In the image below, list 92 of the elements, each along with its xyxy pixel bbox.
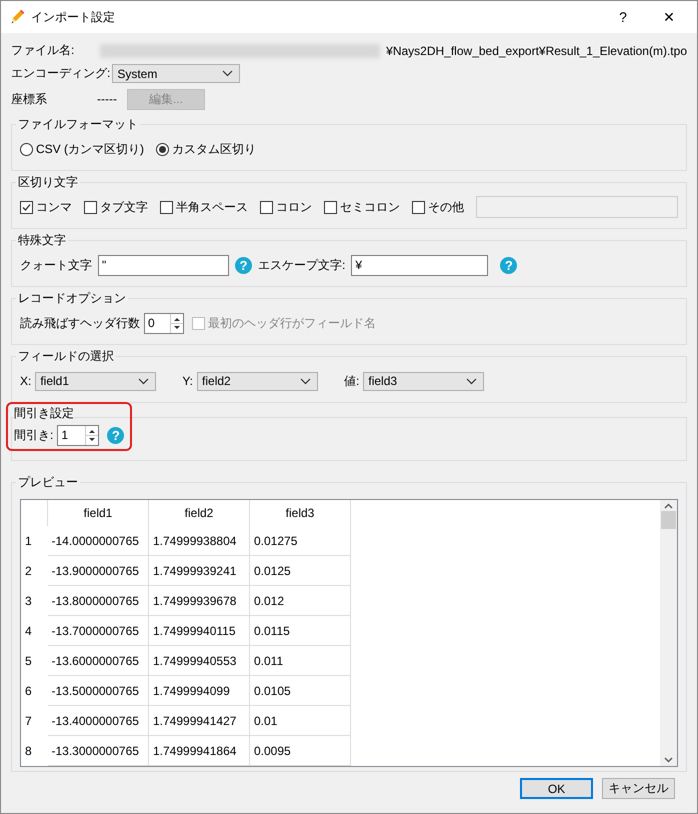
checkbox-label[interactable]: その他 <box>428 198 464 216</box>
row-number: 3 <box>24 592 33 610</box>
field-dropdown[interactable]: field3 <box>363 372 484 390</box>
table-cell: 1.74999941427 <box>148 706 250 736</box>
column-header: field3 <box>250 500 350 526</box>
table-cell: -13.5000000765 <box>48 676 148 706</box>
encoding-dropdown[interactable]: System <box>112 64 240 83</box>
chevron-down-icon <box>300 378 312 384</box>
row-number: 5 <box>24 652 33 670</box>
scrollbar-thumb[interactable] <box>661 511 676 529</box>
table-cell: 0.01 <box>250 706 350 736</box>
checkbox[interactable] <box>84 200 97 214</box>
group-title: プレビュー <box>17 475 79 490</box>
table-cell: 0.0105 <box>250 676 350 706</box>
help-button[interactable]: ? <box>603 9 643 25</box>
group-title: 区切り文字 <box>17 175 79 190</box>
scroll-up-icon[interactable] <box>664 503 673 509</box>
scrollbar[interactable] <box>660 500 677 766</box>
checkbox[interactable] <box>160 200 173 214</box>
row-number: 2 <box>24 562 33 580</box>
table-cell: 0.0115 <box>250 616 350 646</box>
column-header: field2 <box>148 500 250 526</box>
table-cell: 1.7499994099 <box>148 676 250 706</box>
row-number: 4 <box>24 622 33 640</box>
field-label: クォート文字 <box>20 256 92 274</box>
group-title: ファイルフォーマット <box>17 117 139 132</box>
field-label: 読み飛ばすヘッダ行数 <box>20 314 140 332</box>
table-cell: 1.74999941864 <box>148 736 250 766</box>
table-cell: -13.7000000765 <box>48 616 148 646</box>
field-label: 値: <box>344 372 360 390</box>
field-label: 間引き: <box>14 426 54 444</box>
checkbox[interactable] <box>412 200 425 214</box>
group-title: 特殊文字 <box>17 233 67 248</box>
group-title: 間引き設定 <box>14 406 74 421</box>
checkbox[interactable] <box>324 200 337 214</box>
table-cell: 1.74999939241 <box>148 556 250 586</box>
row-number: 7 <box>24 712 33 730</box>
table-cell: -13.4000000765 <box>48 706 148 736</box>
table-cell: -13.6000000765 <box>48 646 148 676</box>
row-number: 6 <box>24 682 33 700</box>
table-cell: 0.0125 <box>250 556 350 586</box>
table-cell: 0.011 <box>250 646 350 676</box>
coordinate-system-value: ----- <box>97 92 117 106</box>
input-field[interactable]: " <box>98 254 229 276</box>
field-label: ファイル名: <box>11 42 74 59</box>
pencil-icon <box>9 9 25 25</box>
table-cell: -13.8000000765 <box>48 586 148 616</box>
table-cell: 1.74999939678 <box>148 586 250 616</box>
radio-label[interactable]: CSV (カンマ区切り) <box>36 140 144 158</box>
field-dropdown[interactable]: field2 <box>197 372 318 390</box>
field-label: 座標系 <box>11 90 48 108</box>
chevron-down-icon <box>222 70 234 77</box>
checkbox-label[interactable]: コロン <box>276 198 312 216</box>
chevron-down-icon <box>138 378 150 384</box>
scroll-down-icon[interactable] <box>664 757 673 763</box>
field-dropdown[interactable]: field1 <box>35 372 156 390</box>
table-cell: 1.74999938804 <box>148 526 250 556</box>
table-cell: 0.0095 <box>250 736 350 766</box>
field-label: エンコーディング: <box>11 65 110 82</box>
checkbox-label[interactable]: コンマ <box>36 198 72 216</box>
checkbox-label[interactable]: タブ文字 <box>100 198 148 216</box>
table-cell: 0.012 <box>250 586 350 616</box>
column-header: field1 <box>48 500 148 526</box>
close-button[interactable]: ✕ <box>649 8 689 26</box>
dialog-button[interactable]: キャンセル <box>602 778 675 799</box>
radio-button[interactable] <box>20 142 33 156</box>
table-cell: 0.01275 <box>250 526 350 556</box>
row-number: 1 <box>21 526 48 556</box>
checkbox[interactable] <box>20 200 33 214</box>
row-number: 8 <box>24 742 33 760</box>
spin-box[interactable]: 0 <box>144 312 184 334</box>
radio-button[interactable] <box>156 142 169 156</box>
input-field[interactable]: ¥ <box>351 254 488 276</box>
chevron-down-icon <box>466 378 478 384</box>
table-cell: -14.0000000765 <box>48 526 148 556</box>
window-title: インポート設定 <box>31 8 116 26</box>
table-cell: -13.9000000765 <box>48 556 148 586</box>
spin-box[interactable]: 1 <box>57 424 100 446</box>
group-title: フィールドの選択 <box>17 349 115 364</box>
field-label: エスケープ文字: <box>258 256 346 274</box>
table-cell: 1.74999940553 <box>148 646 250 676</box>
file-path: ¥Nays2DH_flow_bed_export¥Result_1_Elevation(m).tpo <box>386 44 687 58</box>
table-cell: 1.74999940115 <box>148 616 250 646</box>
checkbox-label[interactable]: 半角スペース <box>176 198 248 216</box>
dialog-button[interactable]: OK <box>520 778 593 799</box>
group-title: レコードオプション <box>17 291 127 306</box>
checkbox[interactable] <box>260 200 273 214</box>
checkbox-label[interactable]: セミコロン <box>340 198 400 216</box>
table-cell: -13.3000000765 <box>48 736 148 766</box>
field-label: X: <box>20 374 32 388</box>
field-label: Y: <box>182 374 194 388</box>
radio-label[interactable]: カスタム区切り <box>172 140 256 158</box>
